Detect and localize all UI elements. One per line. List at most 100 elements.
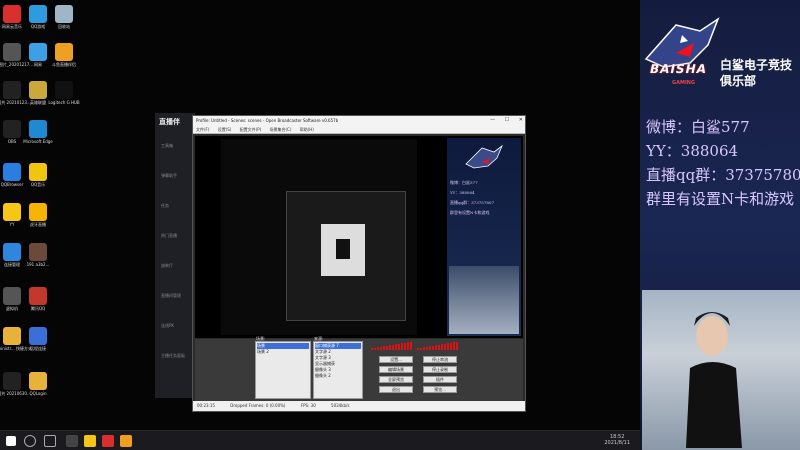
source-item[interactable]: 摄像头 2 bbox=[315, 373, 361, 379]
desktop-icon[interactable]: 腾讯QQ bbox=[16, 287, 60, 311]
preview-webcam bbox=[449, 266, 519, 334]
close-icon[interactable]: ✕ bbox=[519, 117, 523, 123]
exit-button[interactable]: 退出 bbox=[379, 386, 413, 393]
desktop-icon[interactable]: Logitech G HUB bbox=[42, 81, 86, 105]
task-view-icon[interactable] bbox=[44, 435, 56, 447]
app-icon bbox=[29, 163, 47, 181]
level-bar bbox=[377, 347, 379, 350]
stop-stream-button[interactable]: 停止串流 bbox=[423, 356, 457, 363]
desktop-icon-label: 远程连接 bbox=[30, 346, 46, 351]
fullscreen-preview-button[interactable]: 全屏预览 bbox=[379, 376, 413, 383]
overlay-logo-text: BAISHA bbox=[648, 62, 709, 76]
desktop-icon-label: 斗鱼直播伴侣 bbox=[52, 62, 76, 67]
level-bar bbox=[432, 345, 434, 350]
clock-date: 2021/8/11 bbox=[604, 440, 630, 446]
edit-scene-button[interactable]: 编辑场景 bbox=[379, 366, 413, 373]
desktop-icon[interactable]: 191 a3b2... bbox=[16, 243, 60, 267]
menu-file[interactable]: 文件(F) bbox=[196, 127, 209, 132]
app-sidebar-item[interactable]: 放映厅 bbox=[161, 263, 173, 269]
desktop-icon[interactable]: QQ音乐 bbox=[16, 163, 60, 187]
desktop-icon-label: QQ音乐 bbox=[30, 182, 46, 187]
level-bar bbox=[395, 344, 397, 350]
desktop-icon[interactable]: QQLogin bbox=[16, 372, 60, 396]
level-bar bbox=[398, 343, 400, 350]
status-bitrate: 5034kb/s bbox=[331, 403, 350, 408]
menu-scene-collection[interactable]: 场景集合(C) bbox=[269, 127, 291, 132]
streamer-webcam bbox=[642, 290, 800, 450]
menu-help[interactable]: 帮助(H) bbox=[300, 127, 314, 132]
obs-preview[interactable]: 微博：白鲨577 YY：388064 直播qq群：373757807 群里有设置… bbox=[195, 136, 523, 338]
level-bar bbox=[444, 343, 446, 350]
preview-yy: YY：388064 bbox=[450, 190, 475, 195]
level-bar bbox=[450, 342, 452, 350]
app-icon bbox=[29, 327, 47, 345]
app-sidebar-item[interactable]: 主播任务面板 bbox=[161, 353, 185, 359]
stop-record-button[interactable]: 停止录制 bbox=[423, 366, 457, 373]
level-bar bbox=[417, 348, 419, 350]
livestream-taskbar-icon[interactable] bbox=[120, 435, 132, 447]
level-bar bbox=[441, 344, 443, 350]
overlay-weibo: 微博：白鲨577 bbox=[646, 118, 750, 136]
level-bar bbox=[447, 343, 449, 350]
overlay-logo-sub: GAMING bbox=[672, 80, 696, 86]
taskbar: 18:52 2021/8/11 bbox=[0, 430, 640, 450]
scene-item[interactable]: 场景 2 bbox=[257, 349, 309, 355]
desktop-level-meter bbox=[417, 341, 458, 350]
desktop: 网易云音乐QQ游戏回收站微信图片_20201217...网易斗鱼直播伴侣中国共 … bbox=[0, 0, 640, 430]
app-sidebar-item[interactable]: 弹幕助手 bbox=[161, 173, 177, 179]
obs-status-bar: 00:23:15 Dropped Frames: 0 (0.00%) FPS: … bbox=[193, 401, 525, 411]
mic-level-meter bbox=[371, 341, 412, 350]
search-icon[interactable] bbox=[24, 435, 36, 447]
system-clock[interactable]: 18:52 2021/8/11 bbox=[604, 434, 630, 446]
sources-header: 来源: bbox=[314, 336, 324, 341]
app-icon bbox=[29, 120, 47, 138]
level-bar bbox=[429, 346, 431, 350]
level-bar bbox=[404, 342, 406, 350]
preview-button[interactable]: 预览... bbox=[423, 386, 457, 393]
level-bar bbox=[420, 347, 422, 350]
desktop-icon[interactable]: 回收站 bbox=[42, 5, 86, 29]
preview-weibo: 微博：白鲨577 bbox=[450, 180, 478, 185]
windows-start-icon[interactable] bbox=[6, 436, 16, 446]
status-uptime: 00:23:15 bbox=[197, 403, 215, 408]
app-sidebar-item[interactable]: 任务 bbox=[161, 203, 169, 209]
preview-overlay-panel: 微博：白鲨577 YY：388064 直播qq群：373757807 群里有设置… bbox=[447, 138, 521, 336]
scenes-list[interactable]: 场景: 场景 场景 2 bbox=[255, 336, 311, 399]
level-bar bbox=[426, 346, 428, 350]
desktop-icon[interactable]: 虎牙直播 bbox=[16, 203, 60, 227]
app-sidebar-item[interactable]: 工具箱 bbox=[161, 143, 173, 149]
app-sidebar-item[interactable]: 直播间管理 bbox=[161, 293, 181, 299]
shark-logo-icon bbox=[465, 144, 503, 169]
netease-taskbar-icon[interactable] bbox=[102, 435, 114, 447]
obs-taskbar-icon[interactable] bbox=[66, 435, 78, 447]
overlay-note: 群里有设置N卡和游戏 bbox=[646, 190, 795, 208]
app-icon bbox=[29, 287, 47, 305]
sources-list[interactable]: 来源: 窗口捕获源 7 文字源 2 文字源 3 显示器捕获 摄像头 3 摄像头 … bbox=[313, 336, 363, 399]
overlay-qq-group: 直播qq群：373757807 bbox=[646, 166, 800, 184]
desktop-icon[interactable]: Microsoft Edge bbox=[16, 120, 60, 144]
yy-taskbar-icon[interactable] bbox=[84, 435, 96, 447]
nested-desktop-capture bbox=[221, 139, 417, 335]
desktop-icon[interactable]: 远程连接 bbox=[16, 327, 60, 351]
maximize-icon[interactable]: ☐ bbox=[505, 117, 509, 123]
audio-mixer bbox=[365, 341, 460, 351]
app-icon bbox=[29, 203, 47, 221]
streamer-figure bbox=[686, 312, 742, 448]
app-icon bbox=[29, 372, 47, 390]
app-sidebar-item[interactable]: 连线PK bbox=[161, 323, 174, 329]
preview-note: 群里有设置N卡和游戏 bbox=[450, 210, 490, 215]
app-sidebar-item[interactable]: 热门直播 bbox=[161, 233, 177, 239]
settings-button[interactable]: 设置... bbox=[379, 356, 413, 363]
obs-title: Profile: Untitled - Scenes: scenes - Ope… bbox=[196, 118, 339, 123]
desktop-icon[interactable]: 斗鱼直播伴侣 bbox=[42, 43, 86, 67]
scenes-header: 场景: bbox=[256, 336, 266, 341]
club-name-line1: 白鲨电子竞技 bbox=[720, 58, 793, 72]
obs-window[interactable]: Profile: Untitled - Scenes: scenes - Ope… bbox=[192, 115, 526, 412]
app-icon bbox=[55, 81, 73, 99]
plugins-button[interactable]: 插件 bbox=[423, 376, 457, 383]
menu-profile[interactable]: 配置文件(P) bbox=[240, 127, 262, 132]
status-fps: FPS: 30 bbox=[300, 403, 316, 408]
desktop-icon-label: 回收站 bbox=[58, 24, 70, 29]
menu-settings[interactable]: 设置(S) bbox=[218, 127, 232, 132]
minimize-icon[interactable]: — bbox=[490, 117, 495, 123]
